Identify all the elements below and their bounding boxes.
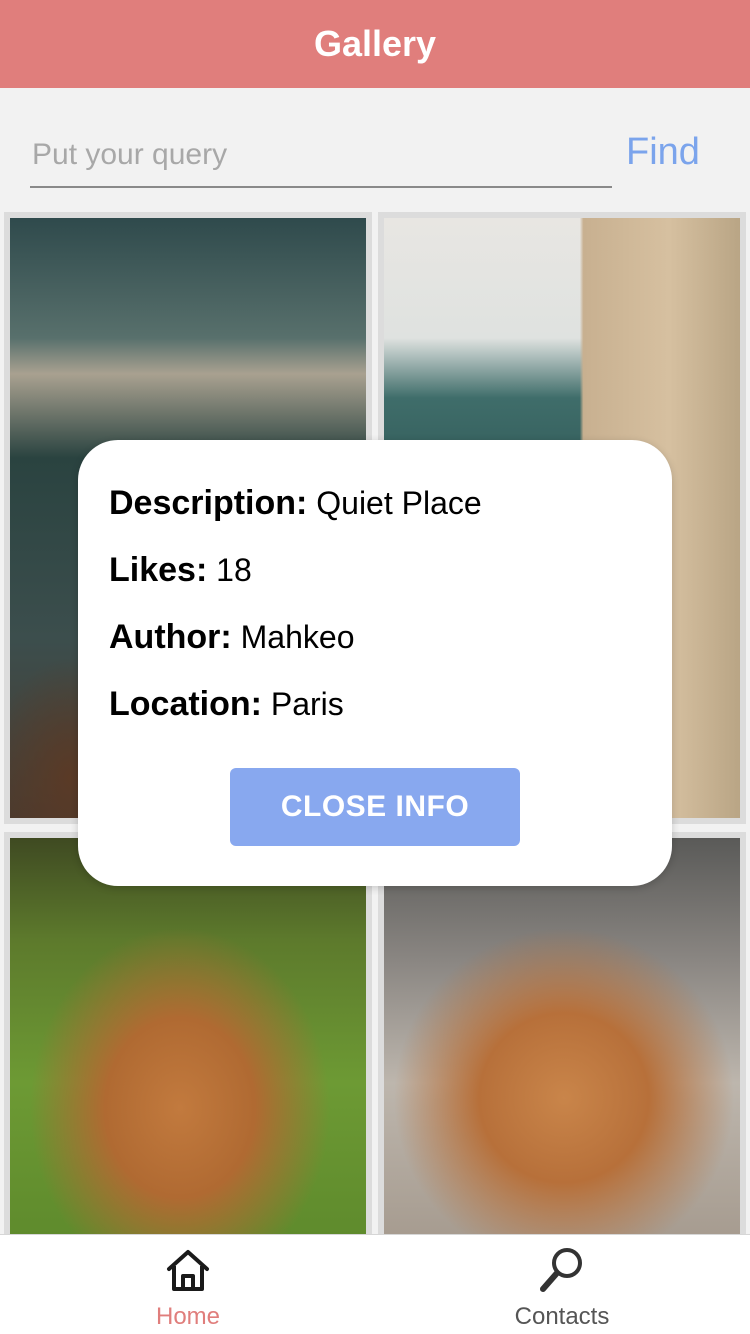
tab-contacts[interactable]: Contacts bbox=[462, 1235, 662, 1334]
photo-tile[interactable] bbox=[378, 832, 746, 1234]
photo-tile[interactable] bbox=[4, 832, 372, 1234]
home-icon bbox=[163, 1245, 213, 1295]
tab-home[interactable]: Home bbox=[88, 1235, 288, 1334]
photo-image bbox=[10, 838, 366, 1234]
find-button[interactable]: Find bbox=[626, 124, 716, 180]
description-label: Description: bbox=[109, 484, 308, 522]
author-label: Author: bbox=[109, 618, 232, 656]
photo-image bbox=[384, 838, 740, 1234]
description-row: Description: Quiet Place bbox=[109, 484, 482, 523]
likes-label: Likes: bbox=[109, 551, 208, 589]
bottom-tab-bar: Home Contacts bbox=[0, 1234, 750, 1334]
likes-value: 18 bbox=[216, 552, 252, 588]
author-row: Author: Mahkeo bbox=[109, 618, 354, 657]
tab-home-label: Home bbox=[155, 1303, 221, 1330]
description-value: Quiet Place bbox=[316, 485, 482, 521]
location-label: Location: bbox=[109, 685, 262, 723]
page-title: Gallery bbox=[313, 23, 437, 64]
search-icon bbox=[537, 1245, 587, 1295]
close-info-button[interactable]: CLOSE INFO bbox=[230, 768, 520, 846]
search-input[interactable] bbox=[30, 124, 612, 188]
location-row: Location: Paris bbox=[109, 685, 344, 724]
app-header: Gallery bbox=[0, 0, 750, 88]
photo-info-card: Description: Quiet Place Likes: 18 Autho… bbox=[78, 440, 672, 886]
author-value: Mahkeo bbox=[240, 619, 355, 655]
likes-row: Likes: 18 bbox=[109, 551, 252, 590]
tab-contacts-label: Contacts bbox=[514, 1303, 610, 1330]
location-value: Paris bbox=[270, 686, 344, 722]
